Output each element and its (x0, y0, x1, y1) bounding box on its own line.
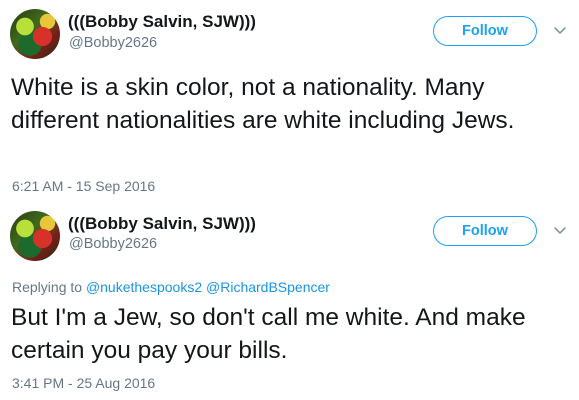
chevron-down-icon[interactable] (552, 23, 568, 39)
tweet: (((Bobby Salvin, SJW))) @Bobby2626 Follo… (0, 200, 579, 400)
replying-to-line: Replying to @nukethespooks2 @RichardBSpe… (12, 279, 330, 295)
display-name[interactable]: (((Bobby Salvin, SJW))) (68, 214, 256, 234)
user-handle[interactable]: @Bobby2626 (69, 236, 157, 252)
tweet-timestamp[interactable]: 6:21 AM - 15 Sep 2016 (12, 178, 155, 194)
avatar[interactable] (10, 211, 60, 261)
tweet-text: White is a skin color, not a nationality… (11, 74, 515, 134)
tweet-timestamp[interactable]: 3:41 PM - 25 Aug 2016 (12, 375, 155, 391)
chevron-down-icon[interactable] (552, 223, 568, 239)
follow-button[interactable]: Follow (433, 16, 537, 46)
reply-mention-link[interactable]: @nukethespooks2 (86, 279, 202, 295)
tweet: (((Bobby Salvin, SJW))) @Bobby2626 Follo… (0, 0, 579, 200)
follow-button[interactable]: Follow (433, 216, 537, 246)
display-name[interactable]: (((Bobby Salvin, SJW))) (68, 12, 256, 32)
reply-mention-link[interactable]: @RichardBSpencer (206, 279, 330, 295)
tweet-text: But I'm a Jew, so don't call me white. A… (11, 304, 526, 364)
user-handle[interactable]: @Bobby2626 (69, 35, 157, 51)
avatar[interactable] (10, 9, 60, 59)
replying-to-prefix: Replying to (12, 279, 83, 295)
